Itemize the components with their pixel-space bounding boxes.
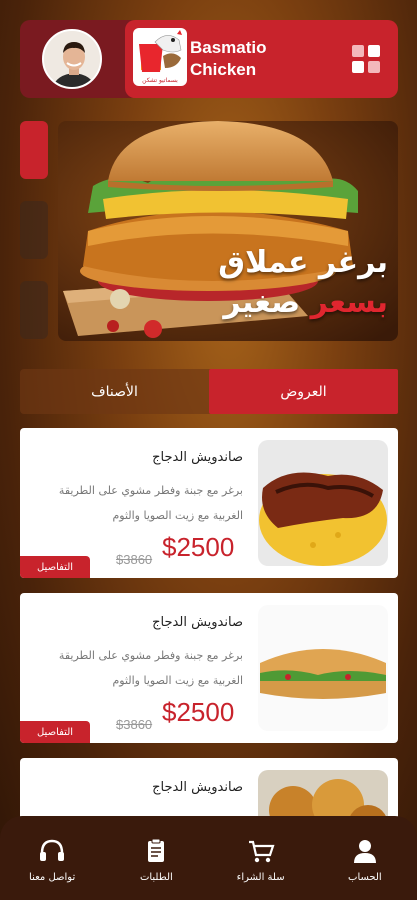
nav-cart[interactable]: سلة الشراء <box>209 836 313 900</box>
nav-label: الحساب <box>348 872 382 883</box>
product-old-price: $3860 <box>116 552 153 567</box>
app-header: بسماتيو تشكن Basmatio Chicken <box>20 20 398 98</box>
product-price: $2500 <box>162 532 235 562</box>
headset-icon <box>40 839 65 861</box>
brand-name: Basmatio Chicken <box>190 38 267 79</box>
product-card[interactable]: صاندويش الدجاج برغر مع جبنة وفطر مشوي عل… <box>20 593 398 743</box>
logo-text: بسماتيو تشكن <box>142 77 178 84</box>
product-old-price: $3860 <box>116 717 153 732</box>
slide-indicator-1[interactable] <box>20 121 48 179</box>
avatar[interactable] <box>42 29 102 89</box>
clipboard-icon <box>148 838 165 862</box>
slide-indicator-2[interactable] <box>20 201 48 259</box>
product-image <box>258 440 388 566</box>
product-image <box>258 605 388 731</box>
slide-indicators <box>20 121 48 361</box>
details-button[interactable]: التفاصيل <box>20 721 90 743</box>
cart-icon <box>248 840 275 863</box>
nav-account[interactable]: الحساب <box>313 836 417 900</box>
brand-logo: بسماتيو تشكن <box>133 28 187 86</box>
slide-indicator-3[interactable] <box>20 281 48 339</box>
banner-line-2-red: بسعر <box>310 285 388 320</box>
nav-contact[interactable]: تواصل معنا <box>0 836 104 900</box>
nav-orders[interactable]: الطلبات <box>104 836 208 900</box>
profile-box[interactable] <box>20 20 140 98</box>
nav-label: تواصل معنا <box>29 872 76 883</box>
product-price: $2500 <box>162 697 235 727</box>
product-card[interactable]: صاندويش الدجاج برغر مع جبنة وفطر مشوي عل… <box>20 428 398 578</box>
tab-categories[interactable]: الأصناف <box>20 369 209 414</box>
promo-banner[interactable]: برغر عملاق بسعر صغير <box>58 121 398 341</box>
banner-line-1: برغر عملاق <box>218 245 388 280</box>
product-description: برغر مع جبنة وفطر مشوي على الطريقة الغرب… <box>58 484 243 522</box>
bottom-navigation: تواصل معنا الطلبات سلة الشراء الحساب <box>0 816 417 900</box>
product-title: صاندويش الدجاج <box>152 780 243 795</box>
banner-line-2-white: صغير <box>223 285 301 320</box>
product-description: برغر مع جبنة وفطر مشوي على الطريقة الغرب… <box>58 649 243 687</box>
banner-headline: برغر عملاق بسعر صغير <box>218 243 388 323</box>
grid-menu-icon[interactable] <box>352 45 380 73</box>
product-title: صاندويش الدجاج <box>152 450 243 465</box>
user-icon <box>353 840 376 863</box>
tab-offers[interactable]: العروض <box>209 369 398 414</box>
product-title: صاندويش الدجاج <box>152 615 243 630</box>
details-button[interactable]: التفاصيل <box>20 556 90 578</box>
category-tabs: الأصناف العروض <box>20 369 398 414</box>
nav-label: الطلبات <box>139 872 173 883</box>
brand-box: بسماتيو تشكن Basmatio Chicken <box>125 20 398 98</box>
nav-label: سلة الشراء <box>236 872 285 883</box>
